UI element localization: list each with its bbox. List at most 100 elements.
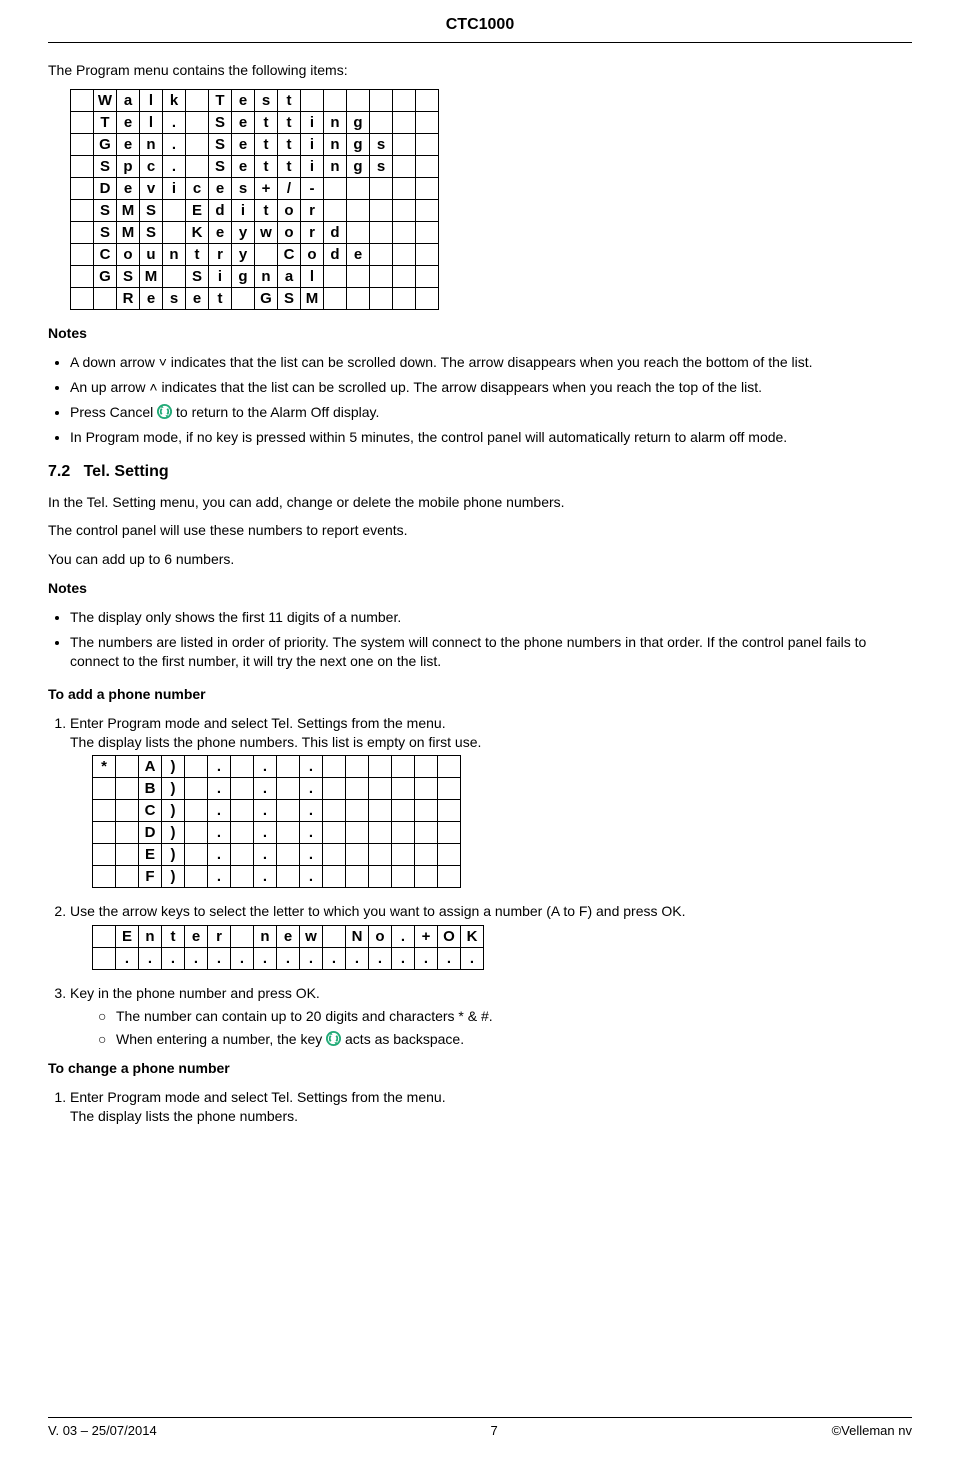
lcd-cell: T — [209, 90, 232, 112]
lcd-cell: o — [278, 200, 301, 222]
lcd-cell — [185, 844, 208, 866]
lcd-cell: . — [208, 866, 231, 888]
note-text: The display only shows the first 11 digi… — [70, 609, 401, 625]
lcd-cell — [185, 822, 208, 844]
lcd-cell: S — [94, 156, 117, 178]
lcd-cell: t — [278, 112, 301, 134]
lcd-cell — [93, 844, 116, 866]
lcd-cell: . — [254, 866, 277, 888]
lcd-cell: s — [163, 288, 186, 310]
lcd-cell — [416, 156, 439, 178]
lcd-cell: . — [208, 844, 231, 866]
lcd-cell: i — [301, 134, 324, 156]
lcd-cell — [116, 866, 139, 888]
lcd-cell: e — [209, 222, 232, 244]
lcd-cell — [323, 756, 346, 778]
lcd-cell: B — [139, 778, 162, 800]
lcd-cell — [277, 778, 300, 800]
lcd-cell — [71, 134, 94, 156]
lcd-cell: . — [139, 948, 162, 970]
notes1-list: A down arrow ˅ indicates that the list c… — [70, 353, 912, 447]
lcd-cell: g — [347, 134, 370, 156]
lcd-phone-grid: *A)...B)...C)...D)...E)...F)... — [92, 755, 461, 888]
lcd-cell: G — [94, 266, 117, 288]
doc-header: CTC1000 — [48, 14, 912, 40]
footer-center: 7 — [491, 1422, 498, 1440]
lcd-cell — [231, 822, 254, 844]
lcd-cell: e — [140, 288, 163, 310]
lcd-cell — [71, 266, 94, 288]
lcd-cell — [116, 778, 139, 800]
lcd-cell: M — [140, 266, 163, 288]
lcd-cell — [415, 778, 438, 800]
lcd-cell — [347, 178, 370, 200]
lcd-cell — [277, 800, 300, 822]
lcd-cell: F — [139, 866, 162, 888]
lcd-cell — [186, 90, 209, 112]
lcd-cell: . — [208, 756, 231, 778]
lcd-cell — [324, 90, 347, 112]
lcd-cell — [438, 866, 461, 888]
notes2-heading: Notes — [48, 579, 912, 598]
lcd-cell: ) — [162, 822, 185, 844]
lcd-cell: ) — [162, 866, 185, 888]
lcd-cell — [186, 112, 209, 134]
lcd-cell: . — [300, 948, 323, 970]
lcd-cell — [185, 800, 208, 822]
lcd-cell: . — [208, 778, 231, 800]
lcd-cell: g — [347, 156, 370, 178]
lcd-cell — [393, 222, 416, 244]
lcd-cell: t — [255, 200, 278, 222]
lcd-cell: n — [140, 134, 163, 156]
substep-text: acts as backspace. — [345, 1031, 464, 1047]
lcd-cell: D — [94, 178, 117, 200]
lcd-cell: i — [163, 178, 186, 200]
lcd-cell — [71, 244, 94, 266]
lcd-cell: i — [301, 156, 324, 178]
substep: ○The number can contain up to 20 digits … — [98, 1007, 912, 1026]
lcd-cell: S — [140, 200, 163, 222]
lcd-cell — [369, 778, 392, 800]
lcd-cell — [393, 90, 416, 112]
add-phone-heading: To add a phone number — [48, 685, 912, 704]
document-page: CTC1000 The Program menu contains the fo… — [0, 0, 960, 1458]
lcd-cell: . — [254, 948, 277, 970]
step-item: Key in the phone number and press OK. ○T… — [70, 984, 912, 1049]
lcd-cell — [93, 948, 116, 970]
lcd-cell — [438, 756, 461, 778]
note-item: The display only shows the first 11 digi… — [70, 608, 912, 627]
lcd-cell: E — [116, 926, 139, 948]
lcd-cell: S — [278, 288, 301, 310]
lcd-cell — [71, 288, 94, 310]
lcd-cell: d — [209, 200, 232, 222]
lcd-cell: C — [278, 244, 301, 266]
lcd-cell: . — [254, 800, 277, 822]
lcd-cell: t — [255, 134, 278, 156]
change-steps: Enter Program mode and select Tel. Setti… — [70, 1088, 912, 1126]
lcd-cell: . — [300, 866, 323, 888]
lcd-cell: t — [278, 90, 301, 112]
lcd-cell — [416, 112, 439, 134]
lcd-enter-grid: EnternewNo.+OK................ — [92, 925, 484, 970]
lcd-cell — [347, 288, 370, 310]
lcd-cell: y — [232, 222, 255, 244]
lcd-cell: u — [140, 244, 163, 266]
lcd-cell: w — [300, 926, 323, 948]
lcd-cell: . — [208, 822, 231, 844]
note-text: An up arrow ˄ indicates that the list ca… — [70, 379, 762, 395]
lcd-cell: C — [94, 244, 117, 266]
step-text: The display lists the phone numbers. — [70, 1108, 298, 1124]
lcd-cell — [416, 90, 439, 112]
step-text: Key in the phone number and press OK. — [70, 985, 320, 1001]
lcd-cell: S — [209, 134, 232, 156]
step-item: Enter Program mode and select Tel. Setti… — [70, 714, 912, 889]
lcd-cell — [93, 800, 116, 822]
lcd-cell — [393, 156, 416, 178]
lcd-cell — [392, 756, 415, 778]
lcd-cell — [369, 800, 392, 822]
section-title: Tel. Setting — [84, 463, 169, 480]
lcd-cell: e — [186, 288, 209, 310]
lcd-cell: S — [94, 200, 117, 222]
step-text: Use the arrow keys to select the letter … — [70, 903, 686, 919]
lcd-cell — [93, 866, 116, 888]
